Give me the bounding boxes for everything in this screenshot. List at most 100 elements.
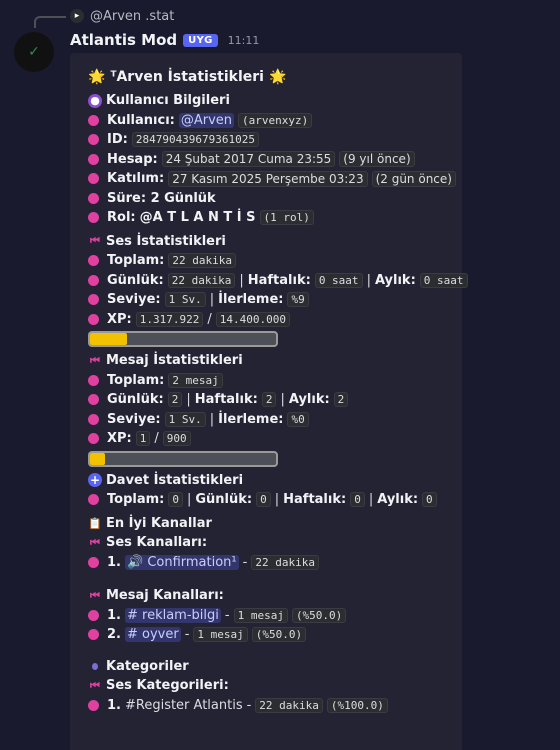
bullet-icon	[88, 609, 99, 621]
rank: 1.	[107, 607, 121, 623]
text-channel-link[interactable]: # oyver	[124, 627, 181, 643]
text-channel-link[interactable]: # reklam-bilgi	[124, 607, 221, 623]
rank: 2.	[107, 627, 121, 643]
message-total-line: Toplam: 2 mesaj	[88, 371, 448, 391]
voice-xp-max: 14.400.000	[215, 311, 290, 327]
duration: Süre: 2 Günlük	[107, 190, 216, 206]
bullet-icon	[88, 413, 99, 425]
account-date[interactable]: 24 Şubat 2017 Cuma 23:55	[161, 151, 336, 168]
label: İlerleme:	[218, 411, 284, 427]
message-stats-heading: ⏮ Mesaj İstatistikleri	[88, 351, 448, 371]
sparkle-icon: 🌟	[268, 69, 287, 85]
message-channels-heading: ⏮ Mesaj Kanalları:	[88, 586, 448, 606]
invite-weekly: 0	[350, 492, 365, 508]
channel-name: oyver	[142, 627, 179, 643]
separator: |	[209, 292, 215, 308]
top-channels-heading: 📋 En İyi Kanallar	[88, 514, 448, 534]
bullet-icon	[88, 313, 99, 325]
separator: -	[184, 627, 190, 643]
reply-text: @Arven .stat	[90, 8, 175, 24]
category-value: 22 dakika	[255, 697, 323, 713]
heading-text: Ses Kategorileri:	[106, 678, 229, 694]
separator: -	[242, 554, 248, 570]
message-total: 2 mesaj	[168, 372, 223, 388]
channel-value: 22 dakika	[251, 554, 319, 570]
separator: |	[274, 492, 280, 508]
bullet-icon	[88, 699, 99, 711]
bullet-icon	[88, 294, 99, 306]
separator: |	[368, 492, 374, 508]
bullet-icon	[88, 494, 99, 506]
voice-channels-heading: ⏮ Ses Kanalları:	[88, 533, 448, 553]
join-date[interactable]: 27 Kasım 2025 Perşembe 03:23	[168, 170, 368, 187]
duration-line: Süre: 2 Günlük	[88, 189, 448, 209]
label: Aylık:	[288, 392, 330, 408]
bullet-icon	[88, 173, 99, 185]
message-channel-item: 2. # oyver - 1 mesaj (%50.0)	[88, 625, 448, 645]
role-mention[interactable]: @A T L A N T İ S	[140, 210, 256, 225]
bullet-icon	[88, 212, 99, 224]
voice-weekly: 0 saat	[314, 272, 363, 288]
label: Aylık:	[377, 492, 419, 508]
heading-text: Ses İstatistikleri	[106, 233, 226, 249]
categories-heading: Kategoriler	[88, 657, 448, 677]
reply-reference[interactable]: ▸ @Arven .stat	[70, 8, 174, 24]
label: XP:	[107, 431, 132, 447]
message-daily: 2	[167, 392, 183, 408]
author-name[interactable]: Atlantis Mod	[70, 31, 177, 49]
label: XP:	[107, 311, 132, 327]
join-ago: (2 gün önce)	[371, 170, 456, 187]
user-handle: (arvenxyz)	[238, 112, 313, 128]
bullet-icon	[88, 433, 99, 445]
invite-daily: 0	[256, 492, 271, 508]
label: Seviye:	[107, 411, 161, 427]
label: Rol:	[107, 210, 136, 226]
message-xp-line: XP: 1 / 900	[88, 429, 448, 449]
message-xp-max: 900	[162, 431, 191, 447]
bullet-icon	[88, 556, 99, 568]
message-progress: %0	[287, 411, 309, 427]
separator: |	[186, 392, 191, 408]
reply-connector	[34, 16, 66, 28]
voice-level-line: Seviye: 1 Sv. | İlerleme: %9	[88, 290, 448, 310]
bullet-icon	[88, 374, 99, 386]
bullet-icon	[88, 114, 99, 126]
voice-xp-line: XP: 1.317.922 / 14.400.000	[88, 310, 448, 330]
label: ID:	[107, 132, 128, 148]
invite-monthly: 0	[422, 492, 437, 508]
avatar[interactable]: ✓	[14, 32, 54, 72]
message-periods-line: Günlük: 2 | Haftalık: 2 | Aylık: 2	[88, 390, 448, 410]
embed: 🌟 ᵀArven İstatistikleri 🌟 ● Kullanıcı Bi…	[70, 53, 468, 750]
label: İlerleme:	[218, 292, 284, 308]
separator: |	[186, 492, 192, 508]
user-mention[interactable]: @Arven	[178, 112, 235, 128]
id-line: ID: 284790439679361025	[88, 130, 448, 150]
label: Katılım:	[107, 171, 165, 187]
label: Haftalık:	[283, 492, 347, 508]
invite-stats-heading: + Davet İstatistikleri	[88, 471, 448, 491]
channel-value: 1 mesaj	[193, 627, 248, 643]
embed-title-text: ᵀArven İstatistikleri	[110, 69, 264, 85]
hash-icon: #	[126, 607, 143, 623]
label: Toplam:	[107, 492, 165, 508]
user-info-heading: ● Kullanıcı Bilgileri	[88, 91, 448, 111]
label: Kullanıcı:	[107, 112, 175, 128]
app-tag: UYG	[183, 33, 218, 47]
message-monthly: 2	[333, 392, 349, 408]
voice-channel-link[interactable]: 🔊 Confirmation¹	[124, 554, 239, 570]
user-id: 284790439679361025	[131, 132, 260, 148]
role-count: (1 rol)	[259, 210, 314, 226]
voice-periods-line: Günlük: 22 dakika | Haftalık: 0 saat | A…	[88, 271, 468, 291]
invite-total: 0	[168, 492, 183, 508]
voice-progress-bar	[88, 331, 278, 347]
message-header: Atlantis Mod UYG 11:11	[70, 31, 259, 49]
category-percent: (%100.0)	[326, 697, 388, 713]
bullet-icon	[88, 255, 99, 267]
channel-name: Confirmation¹	[147, 554, 237, 570]
voice-monthly: 0 saat	[419, 272, 468, 288]
account-line: Hesap: 24 Şubat 2017 Cuma 23:55 (9 yıl ö…	[88, 150, 448, 170]
category-name: #Register Atlantis	[124, 697, 243, 713]
bullet-icon	[88, 629, 99, 641]
timestamp[interactable]: 11:11	[228, 34, 260, 47]
speaker-icon: 🔊	[126, 554, 148, 570]
